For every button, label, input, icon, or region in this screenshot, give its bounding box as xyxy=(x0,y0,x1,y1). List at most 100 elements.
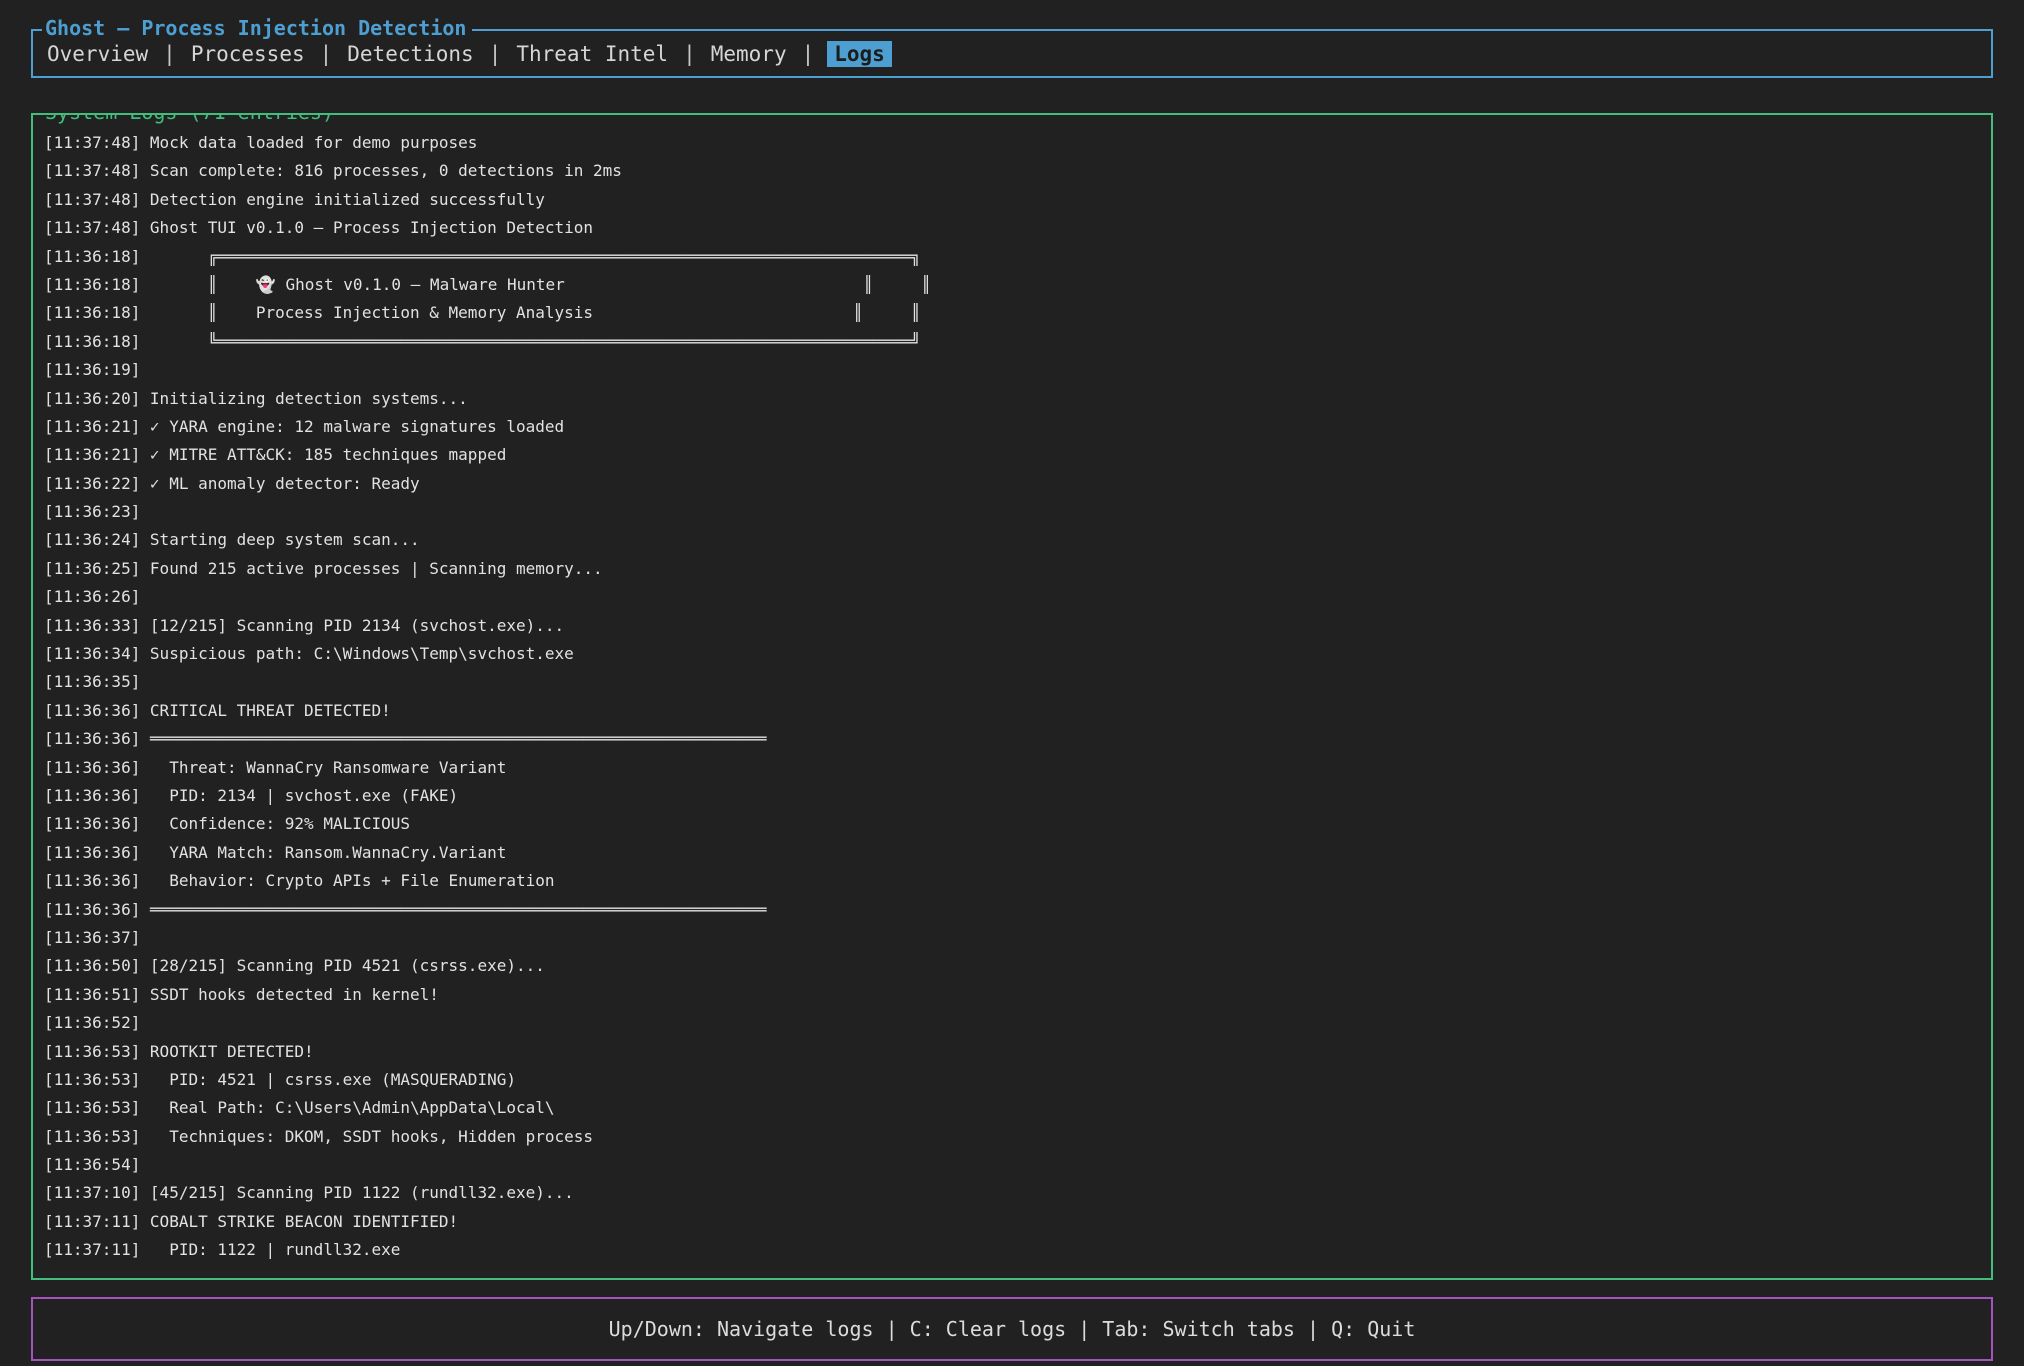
log-timestamp: [11:36:53] xyxy=(44,1066,140,1094)
log-entry[interactable]: [11:36:36] Threat: WannaCry Ransomware V… xyxy=(44,754,1991,782)
log-message: [45/215] Scanning PID 1122 (rundll32.exe… xyxy=(140,1179,573,1207)
log-message xyxy=(140,924,150,952)
log-timestamp: [11:36:36] xyxy=(44,754,140,782)
log-timestamp: [11:36:36] xyxy=(44,896,140,924)
app-title: Ghost — Process Injection Detection xyxy=(42,16,472,40)
log-message: [12/215] Scanning PID 2134 (svchost.exe)… xyxy=(140,612,564,640)
log-entry[interactable]: [11:36:53] Techniques: DKOM, SSDT hooks,… xyxy=(44,1123,1991,1151)
log-timestamp: [11:36:36] xyxy=(44,725,140,753)
log-entry[interactable]: [11:36:23] xyxy=(44,498,1991,526)
log-timestamp: [11:36:53] xyxy=(44,1123,140,1151)
log-timestamp: [11:36:37] xyxy=(44,924,140,952)
log-message: ════════════════════════════════════════… xyxy=(140,896,766,924)
log-message xyxy=(140,1151,150,1179)
log-message: ✓ YARA engine: 12 malware signatures loa… xyxy=(140,413,564,441)
log-entry[interactable]: [11:36:18] ║ 👻 Ghost v0.1.0 — Malware Hu… xyxy=(44,271,1991,299)
log-entry[interactable]: [11:36:18] ╚════════════════════════════… xyxy=(44,328,1991,356)
log-entry[interactable]: [11:36:36]══════════════════════════════… xyxy=(44,725,1991,753)
log-message: Confidence: 92% MALICIOUS xyxy=(140,810,410,838)
log-timestamp: [11:36:23] xyxy=(44,498,140,526)
log-entry[interactable]: [11:36:33][12/215] Scanning PID 2134 (sv… xyxy=(44,612,1991,640)
log-entry[interactable]: [11:37:11] PID: 1122 | rundll32.exe xyxy=(44,1236,1991,1264)
log-entry[interactable]: [11:36:21]✓ YARA engine: 12 malware sign… xyxy=(44,413,1991,441)
logs-panel-title: System Logs (71 entries) xyxy=(42,113,340,124)
log-message: ════════════════════════════════════════… xyxy=(140,725,766,753)
log-entry[interactable]: [11:36:34]Suspicious path: C:\Windows\Te… xyxy=(44,640,1991,668)
log-message: Scan complete: 816 processes, 0 detectio… xyxy=(140,157,622,185)
log-timestamp: [11:36:20] xyxy=(44,385,140,413)
log-entry[interactable]: [11:36:22]✓ ML anomaly detector: Ready xyxy=(44,470,1991,498)
log-timestamp: [11:36:22] xyxy=(44,470,140,498)
log-entry[interactable]: [11:36:18] ╔════════════════════════════… xyxy=(44,243,1991,271)
log-timestamp: [11:37:11] xyxy=(44,1208,140,1236)
log-message xyxy=(140,498,150,526)
log-entry[interactable]: [11:36:24]Starting deep system scan... xyxy=(44,526,1991,554)
log-message: ╚═══════════════════════════════════════… xyxy=(140,328,920,356)
tab-logs[interactable]: Logs xyxy=(827,41,892,67)
log-timestamp: [11:36:18] xyxy=(44,271,140,299)
log-entry[interactable]: [11:36:52] xyxy=(44,1009,1991,1037)
log-entry[interactable]: [11:36:36] PID: 2134 | svchost.exe (FAKE… xyxy=(44,782,1991,810)
log-entry[interactable]: [11:37:48]Mock data loaded for demo purp… xyxy=(44,129,1991,157)
log-entry[interactable]: [11:36:18] ║ Process Injection & Memory … xyxy=(44,299,1991,327)
tab-threat-intel[interactable]: Threat Intel xyxy=(514,41,670,67)
log-entry[interactable]: [11:36:51]SSDT hooks detected in kernel! xyxy=(44,981,1991,1009)
log-entry[interactable]: [11:36:19] xyxy=(44,356,1991,384)
log-message: CRITICAL THREAT DETECTED! xyxy=(140,697,390,725)
log-timestamp: [11:37:10] xyxy=(44,1179,140,1207)
log-entry[interactable]: [11:37:11]COBALT STRIKE BEACON IDENTIFIE… xyxy=(44,1208,1991,1236)
log-timestamp: [11:36:18] xyxy=(44,299,140,327)
log-message: Ghost TUI v0.1.0 — Process Injection Det… xyxy=(140,214,593,242)
log-entry[interactable]: [11:36:25]Found 215 active processes | S… xyxy=(44,555,1991,583)
log-entry[interactable]: [11:36:21]✓ MITRE ATT&CK: 185 techniques… xyxy=(44,441,1991,469)
log-timestamp: [11:36:18] xyxy=(44,243,140,271)
log-entry[interactable]: [11:36:53]ROOTKIT DETECTED! xyxy=(44,1038,1991,1066)
log-entry[interactable]: [11:36:36]══════════════════════════════… xyxy=(44,896,1991,924)
log-timestamp: [11:36:34] xyxy=(44,640,140,668)
log-message: ╔═══════════════════════════════════════… xyxy=(140,243,920,271)
log-entry[interactable]: [11:37:48]Detection engine initialized s… xyxy=(44,186,1991,214)
tab-memory[interactable]: Memory xyxy=(709,41,789,67)
log-message: Behavior: Crypto APIs + File Enumeration xyxy=(140,867,554,895)
log-entry[interactable]: [11:36:36]CRITICAL THREAT DETECTED! xyxy=(44,697,1991,725)
log-message xyxy=(140,583,150,611)
log-message: PID: 4521 | csrss.exe (MASQUERADING) xyxy=(140,1066,516,1094)
tab-bar: Overview | Processes | Detections | Threat Int… xyxy=(45,41,892,67)
log-message: ✓ MITRE ATT&CK: 185 techniques mapped xyxy=(140,441,506,469)
log-entry[interactable]: [11:36:20]Initializing detection systems… xyxy=(44,385,1991,413)
log-message: Found 215 active processes | Scanning me… xyxy=(140,555,602,583)
tab-overview[interactable]: Overview xyxy=(45,41,150,67)
tab-separator: | xyxy=(683,42,696,66)
log-entry[interactable]: [11:37:10][45/215] Scanning PID 1122 (ru… xyxy=(44,1179,1991,1207)
log-entry[interactable]: [11:37:48]Scan complete: 816 processes, … xyxy=(44,157,1991,185)
log-timestamp: [11:36:52] xyxy=(44,1009,140,1037)
log-list[interactable]: [11:37:48]Mock data loaded for demo purp… xyxy=(33,115,1991,1265)
log-message xyxy=(140,668,150,696)
log-entry[interactable]: [11:36:50][28/215] Scanning PID 4521 (cs… xyxy=(44,952,1991,980)
log-timestamp: [11:36:36] xyxy=(44,867,140,895)
log-entry[interactable]: [11:36:53] Real Path: C:\Users\Admin\App… xyxy=(44,1094,1991,1122)
log-entry[interactable]: [11:36:36] Behavior: Crypto APIs + File … xyxy=(44,867,1991,895)
log-entry[interactable]: [11:36:37] xyxy=(44,924,1991,952)
log-entry[interactable]: [11:36:36] YARA Match: Ransom.WannaCry.V… xyxy=(44,839,1991,867)
tab-processes[interactable]: Processes xyxy=(189,41,307,67)
log-message: [28/215] Scanning PID 4521 (csrss.exe)..… xyxy=(140,952,545,980)
log-timestamp: [11:36:53] xyxy=(44,1094,140,1122)
log-entry[interactable]: [11:36:26] xyxy=(44,583,1991,611)
log-entry[interactable]: [11:37:48]Ghost TUI v0.1.0 — Process Inj… xyxy=(44,214,1991,242)
log-message: SSDT hooks detected in kernel! xyxy=(140,981,439,1009)
log-timestamp: [11:36:36] xyxy=(44,839,140,867)
log-timestamp: [11:37:48] xyxy=(44,129,140,157)
log-message: ROOTKIT DETECTED! xyxy=(140,1038,313,1066)
log-entry[interactable]: [11:36:35] xyxy=(44,668,1991,696)
tab-separator: | xyxy=(320,42,333,66)
log-entry[interactable]: [11:36:36] Confidence: 92% MALICIOUS xyxy=(44,810,1991,838)
log-message: Techniques: DKOM, SSDT hooks, Hidden pro… xyxy=(140,1123,593,1151)
log-message: Starting deep system scan... xyxy=(140,526,419,554)
log-entry[interactable]: [11:36:53] PID: 4521 | csrss.exe (MASQUE… xyxy=(44,1066,1991,1094)
log-message: ║ 👻 Ghost v0.1.0 — Malware Hunter ║ ║ xyxy=(140,271,931,299)
tab-separator: | xyxy=(802,42,815,66)
tab-detections[interactable]: Detections xyxy=(345,41,475,67)
log-timestamp: [11:36:33] xyxy=(44,612,140,640)
log-entry[interactable]: [11:36:54] xyxy=(44,1151,1991,1179)
